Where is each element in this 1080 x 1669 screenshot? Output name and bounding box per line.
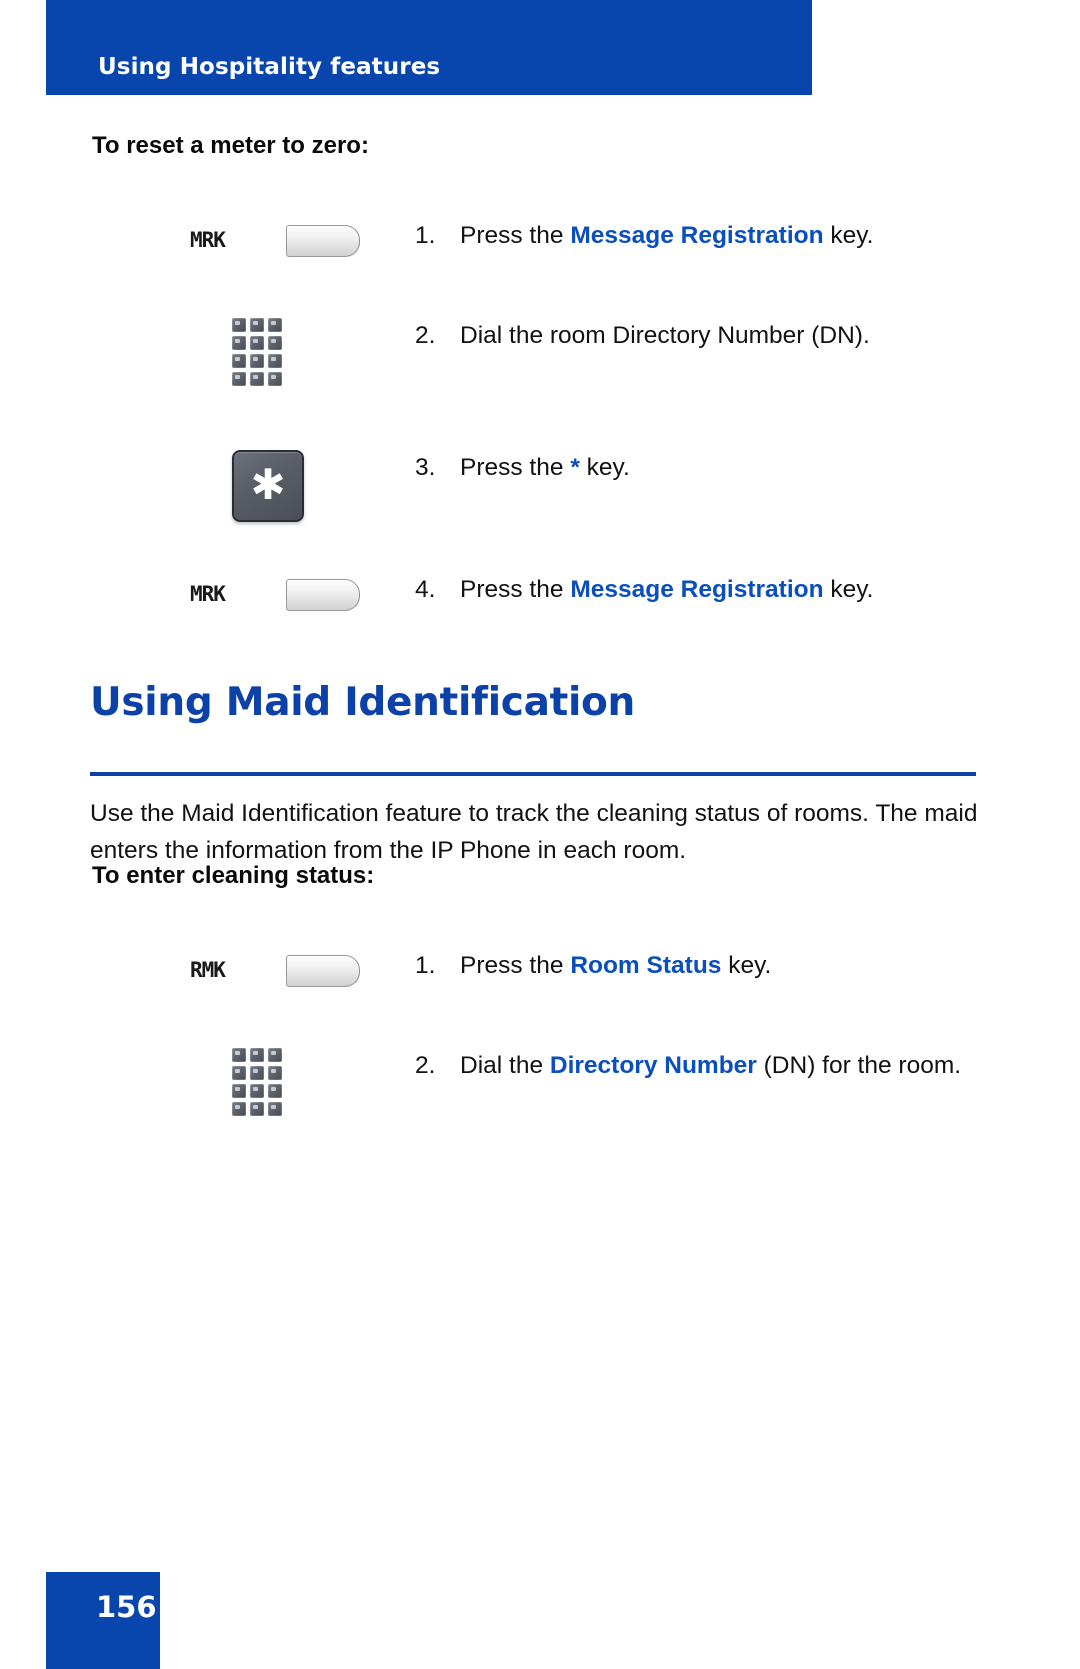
- step-text: Press the * key.: [460, 450, 980, 485]
- dialpad-key: [232, 372, 246, 386]
- step-icon-cell: ✱: [150, 450, 400, 540]
- dialpad-key: [268, 1102, 282, 1116]
- step-icon-cell: MRK: [150, 572, 400, 662]
- key-label: MRK: [190, 228, 226, 252]
- dialpad-key: [232, 354, 246, 368]
- step-text-before: Dial the room Directory Number (DN).: [460, 322, 870, 349]
- message-registration-key-icon: MRK: [150, 218, 400, 268]
- dialpad-key: [250, 1102, 264, 1116]
- key-button-shape: [286, 225, 360, 257]
- dialpad-key: [232, 1084, 246, 1098]
- heading-divider: [90, 772, 976, 776]
- dialpad-key: [250, 336, 264, 350]
- step-icon-cell: [150, 318, 400, 408]
- page-number: 156: [96, 1590, 157, 1624]
- step-icon-cell: [150, 1048, 400, 1138]
- dialpad-key: [268, 1048, 282, 1062]
- room-status-key-icon: RMK: [150, 948, 400, 998]
- intro-paragraph: Use the Maid Identification feature to t…: [90, 800, 978, 864]
- dialpad-key: [232, 336, 246, 350]
- message-registration-key-icon: MRK: [150, 572, 400, 622]
- step-text-highlight: *: [570, 454, 580, 481]
- dialpad-key: [268, 318, 282, 332]
- subhead-cleaning-status: To enter cleaning status:: [92, 862, 375, 889]
- page-content: To reset a meter to zero: MRK 1. Press t…: [0, 0, 1080, 1669]
- step-number: 2.: [415, 1052, 436, 1079]
- star-key-icon: ✱: [232, 450, 304, 522]
- key-label: RMK: [190, 958, 226, 982]
- step-text-before: Press the: [460, 222, 571, 249]
- dialpad-key: [268, 372, 282, 386]
- dialpad-key: [250, 1048, 264, 1062]
- dialpad-key: [232, 318, 246, 332]
- step-text-after: key.: [823, 576, 874, 603]
- step-number: 2.: [415, 322, 436, 349]
- key-button-shape: [286, 955, 360, 987]
- step-text-before: Dial the: [460, 1052, 550, 1079]
- dialpad-key: [232, 1048, 246, 1062]
- dialpad-key: [232, 1066, 246, 1080]
- dialpad-key: [250, 318, 264, 332]
- step-text-after: key.: [823, 222, 874, 249]
- step-number: 3.: [415, 454, 436, 481]
- step-text-highlight: Message Registration: [570, 222, 824, 249]
- dialpad-key: [268, 1066, 282, 1080]
- dialpad-key: [232, 1102, 246, 1116]
- subhead-reset-meter: To reset a meter to zero:: [92, 132, 369, 159]
- dialpad-key: [250, 1066, 264, 1080]
- step-icon-cell: RMK: [150, 948, 400, 1038]
- step-text: Dial the room Directory Number (DN).: [460, 318, 980, 353]
- dialpad-icon: [232, 1048, 284, 1126]
- dialpad-key: [268, 1084, 282, 1098]
- step-text-before: Press the: [460, 454, 571, 481]
- dialpad-key: [268, 336, 282, 350]
- dialpad-key: [250, 354, 264, 368]
- page-title: Using Maid Identification: [90, 680, 635, 725]
- step-number: 1.: [415, 952, 436, 979]
- step-text: Press the Room Status key.: [460, 948, 980, 983]
- step-text: Press the Message Registration key.: [460, 218, 980, 253]
- key-label: MRK: [190, 582, 226, 606]
- step-text-highlight: Directory Number: [549, 1052, 757, 1079]
- step-text-after: key.: [579, 454, 630, 481]
- dialpad-icon: [232, 318, 284, 396]
- step-text: Press the Message Registration key.: [460, 572, 980, 607]
- dialpad-key: [268, 354, 282, 368]
- step-text-before: Press the: [460, 576, 571, 603]
- asterisk-glyph: ✱: [250, 460, 286, 509]
- dialpad-key: [250, 372, 264, 386]
- step-icon-cell: MRK: [150, 218, 400, 308]
- step-text-before: Press the: [460, 952, 571, 979]
- step-number: 1.: [415, 222, 436, 249]
- step-text-after: key.: [721, 952, 772, 979]
- step-text: Dial the Directory Number (DN) for the r…: [460, 1048, 980, 1083]
- step-text-highlight: Room Status: [570, 952, 722, 979]
- key-button-shape: [286, 579, 360, 611]
- step-text-after: (DN) for the room.: [756, 1052, 962, 1079]
- step-text-highlight: Message Registration: [570, 576, 824, 603]
- dialpad-key: [250, 1084, 264, 1098]
- step-number: 4.: [415, 576, 436, 603]
- footer-page-number-block: 156: [46, 1572, 160, 1669]
